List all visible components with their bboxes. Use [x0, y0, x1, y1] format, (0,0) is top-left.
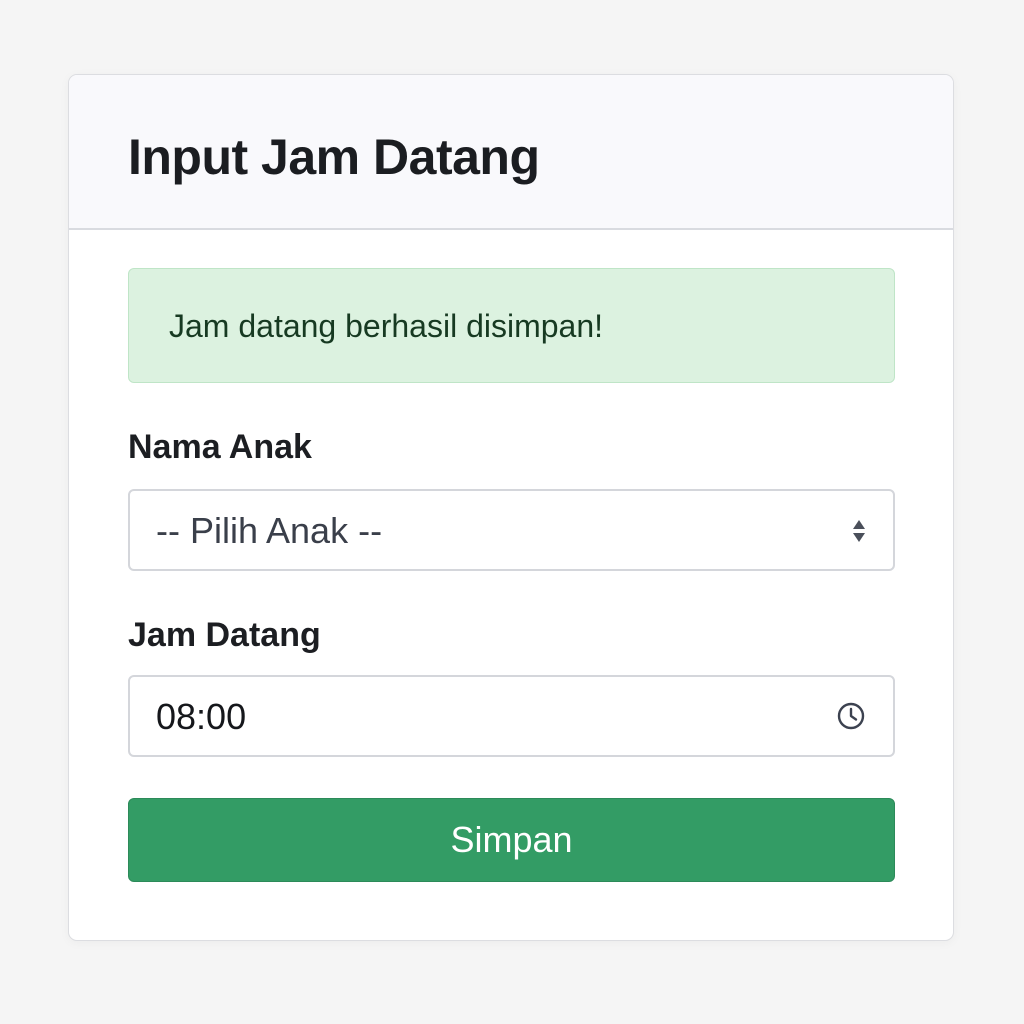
save-button[interactable]: Simpan — [128, 798, 895, 882]
success-alert-message: Jam datang berhasil disimpan! — [169, 308, 604, 344]
child-name-label: Nama Anak — [128, 428, 312, 466]
arrival-time-value: 08:00 — [156, 696, 247, 737]
arrival-time-input[interactable]: 08:00 — [128, 675, 895, 757]
arrival-form-card: Input Jam Datang Jam datang berhasil dis… — [68, 74, 954, 941]
select-arrows-icon — [853, 520, 865, 542]
child-name-selected-value: -- Pilih Anak -- — [156, 510, 383, 551]
clock-icon[interactable] — [836, 701, 866, 731]
success-alert: Jam datang berhasil disimpan! — [128, 268, 895, 383]
child-name-select[interactable]: -- Pilih Anak -- — [128, 489, 895, 571]
page-title: Input Jam Datang — [128, 129, 540, 185]
card-header: Input Jam Datang — [69, 75, 953, 230]
arrival-time-label: Jam Datang — [128, 616, 321, 654]
